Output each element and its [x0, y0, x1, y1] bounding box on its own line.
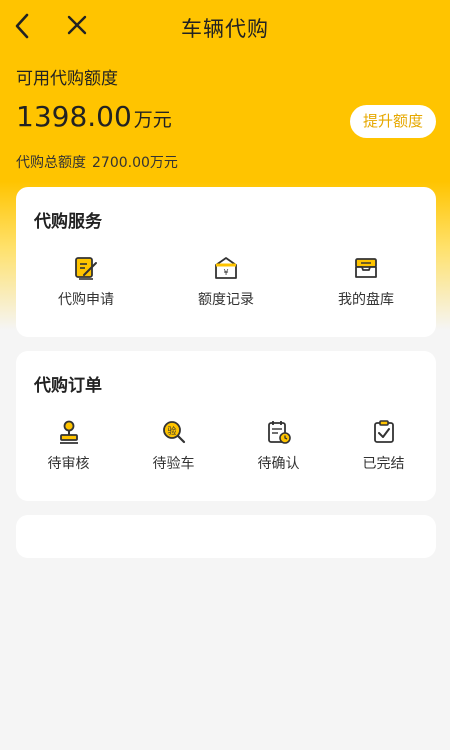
orders-title: 代购订单: [34, 376, 102, 396]
service-item-apply[interactable]: 代购申请: [16, 255, 156, 309]
edit-form-icon: [75, 257, 97, 280]
inspect-search-icon: 验: [162, 421, 185, 444]
total-quota: 代购总额度 2700.00万元: [16, 152, 178, 172]
inspect-icon-text: 验: [167, 425, 176, 437]
order-status-label: 待审核: [47, 456, 90, 472]
svg-text:¥: ¥: [223, 268, 228, 277]
empty-card: [16, 515, 436, 558]
available-quota-amount: 1398.00 万元: [16, 100, 172, 133]
order-status-label: 待确认: [257, 456, 300, 472]
page-title: 车辆代购: [181, 17, 269, 41]
service-item-label: 我的盘库: [338, 292, 394, 308]
clipboard-check-icon: [373, 420, 394, 443]
total-quota-label: 代购总额度: [16, 155, 86, 171]
service-item-my-inventory[interactable]: 我的盘库: [296, 255, 436, 309]
purchase-orders-card: 代购订单 待审核 验 待验车 待确认 已完结: [16, 351, 436, 501]
available-quota-value: 1398.00: [16, 100, 132, 133]
order-status-pending-inspection[interactable]: 验 待验车: [121, 419, 226, 473]
order-status-completed[interactable]: 已完结: [331, 419, 436, 473]
service-item-label: 额度记录: [198, 292, 254, 308]
total-quota-value: 2700.00万元: [92, 155, 178, 171]
service-item-quota-record[interactable]: ¥ 额度记录: [156, 255, 296, 309]
calendar-clock-icon: [267, 421, 291, 444]
service-item-label: 代购申请: [58, 292, 114, 308]
stamp-icon: [59, 420, 78, 444]
order-status-label: 待验车: [152, 456, 195, 472]
services-title: 代购服务: [34, 212, 102, 232]
order-status-pending-confirm[interactable]: 待确认: [226, 419, 331, 473]
available-quota-label: 可用代购额度: [16, 69, 118, 89]
raise-quota-button[interactable]: 提升额度: [350, 105, 436, 138]
order-status-label: 已完结: [362, 456, 405, 472]
order-status-pending-review[interactable]: 待审核: [16, 419, 121, 473]
envelope-money-icon: ¥: [215, 257, 237, 279]
purchase-services-card: 代购服务 代购申请 ¥ 额度记录 我的盘库: [16, 187, 436, 337]
inbox-tray-icon: [355, 258, 377, 278]
available-quota-unit: 万元: [133, 109, 172, 131]
navigation-bar: 车辆代购: [0, 0, 450, 54]
